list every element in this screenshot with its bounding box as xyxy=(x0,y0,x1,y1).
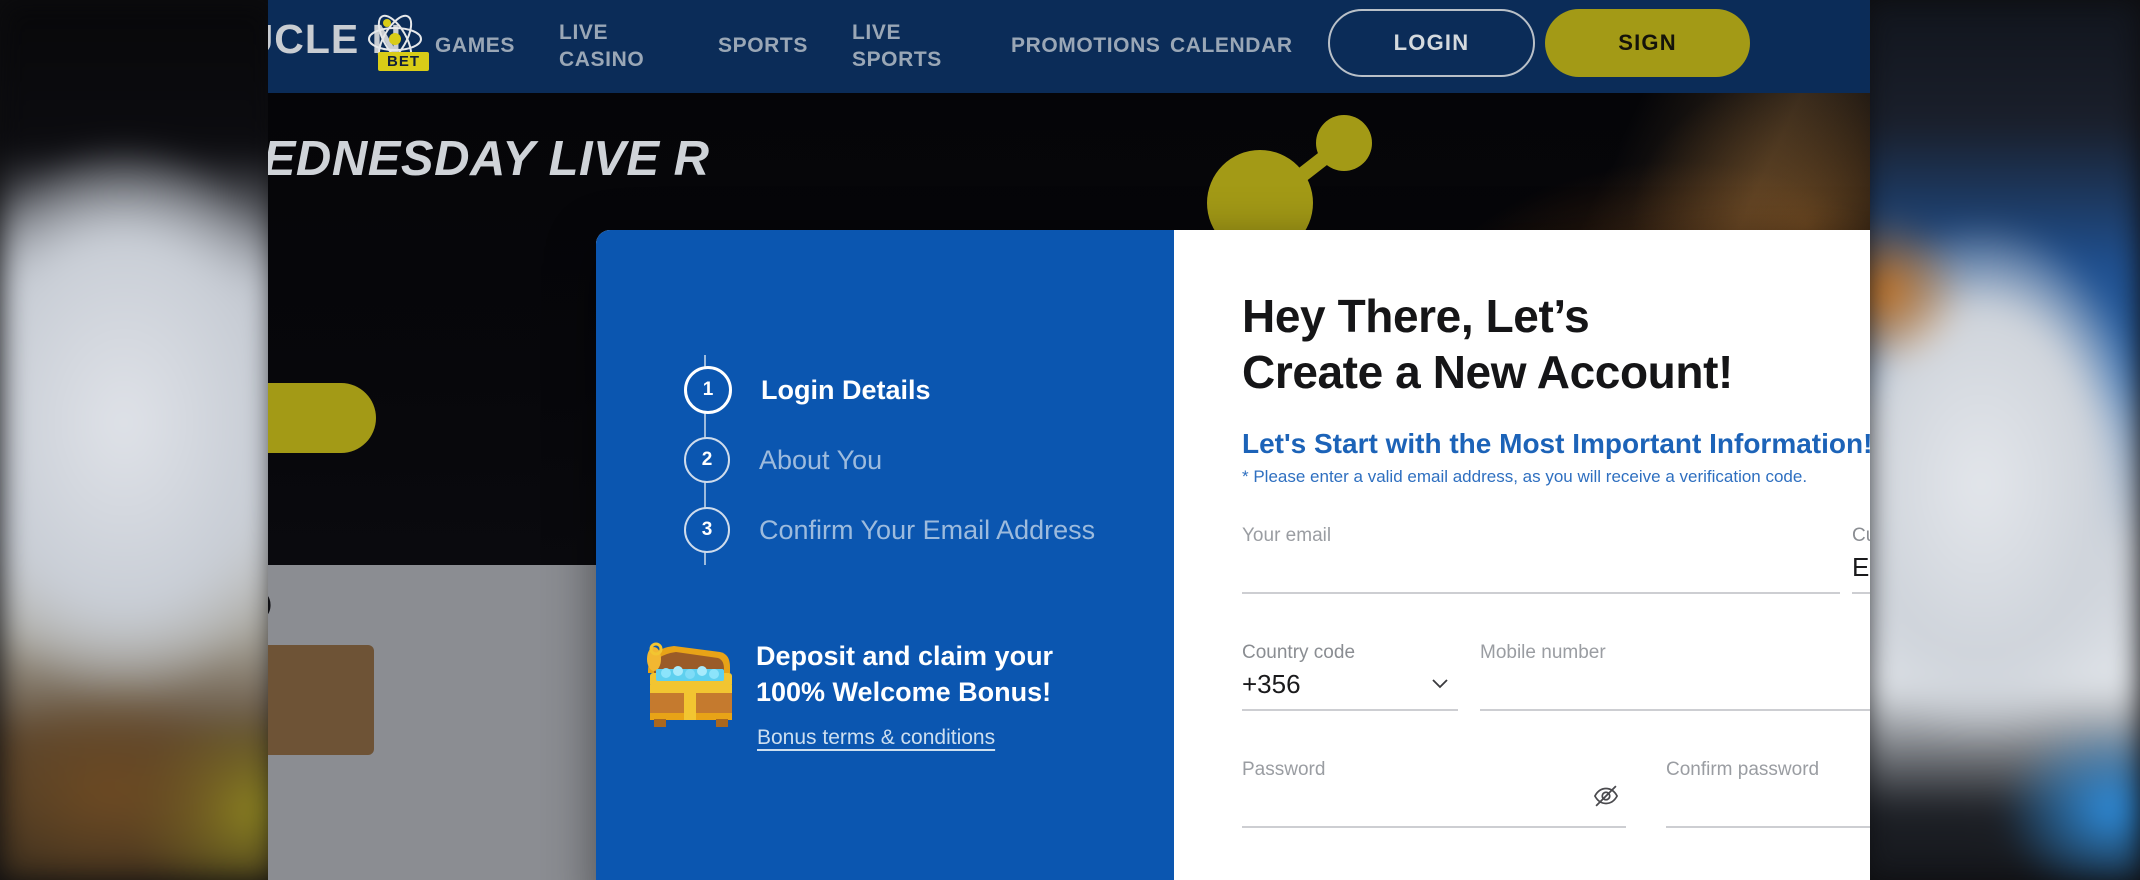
step-login-details[interactable]: 1 Login Details xyxy=(684,355,1134,425)
nav-item-games[interactable]: GAMES xyxy=(413,33,537,59)
modal-subtitle: Let's Start with the Most Important Info… xyxy=(1242,428,1870,459)
country-code-label: Country code xyxy=(1242,642,1356,663)
backdrop-left xyxy=(0,0,275,880)
field-underline xyxy=(1242,592,1840,594)
field-underline xyxy=(1242,709,1458,711)
modal-title: Hey There, Let’s Create a New Account! xyxy=(1242,288,1870,400)
currency-value: EUR xyxy=(1852,552,1870,582)
confirm-password-field[interactable]: Confirm password xyxy=(1666,759,1870,828)
nav-item-live-sports[interactable]: LIVE SPORTS xyxy=(830,20,989,73)
step-number: 2 xyxy=(684,437,730,483)
form-row-3: Password Confirm password xyxy=(1242,759,1870,828)
section-title: PO xyxy=(268,584,273,629)
password-value xyxy=(1242,787,1626,819)
confirm-password-value xyxy=(1666,787,1870,819)
registration-steps: 1 Login Details 2 About You 3 Confirm Yo… xyxy=(684,355,1134,565)
chevron-down-icon xyxy=(1432,679,1448,689)
password-field[interactable]: Password xyxy=(1242,759,1626,828)
step-label: Login Details xyxy=(761,374,931,405)
password-label: Password xyxy=(1242,759,1326,780)
treasure-chest-icon xyxy=(647,642,732,727)
step-about-you[interactable]: 2 About You xyxy=(684,425,1134,495)
eye-off-icon[interactable] xyxy=(1592,782,1620,810)
signup-button[interactable]: SIGN xyxy=(1545,9,1750,77)
modal-content: Hey There, Let’s Create a New Account! L… xyxy=(1174,230,1870,880)
currency-select[interactable]: Currency EUR xyxy=(1852,525,1870,594)
hero-cta-button[interactable] xyxy=(268,383,376,453)
modal-sidebar: 1 Login Details 2 About You 3 Confirm Yo… xyxy=(596,230,1174,880)
registration-modal: 1 Login Details 2 About You 3 Confirm Yo… xyxy=(596,230,1870,880)
screen: WEDNESDAY LIVE R 5 PO xyxy=(0,0,2140,880)
form-row-1: Your email Currency EUR xyxy=(1242,525,1870,594)
field-underline xyxy=(1480,709,1870,711)
step-number: 1 xyxy=(684,366,732,414)
email-label: Your email xyxy=(1242,525,1332,546)
top-navigation: NUCLE N BET GAMES LIVE CASINO SPORTS LIV… xyxy=(268,0,1870,93)
field-underline xyxy=(1242,826,1626,828)
country-code-select[interactable]: Country code +356 xyxy=(1242,642,1458,711)
modal-title-line-2: Create a New Account! xyxy=(1242,346,1733,399)
modal-note: * Please enter a valid email address, as… xyxy=(1242,467,1808,486)
login-button[interactable]: LOGIN xyxy=(1328,9,1535,77)
step-label: Confirm Your Email Address xyxy=(759,514,1096,545)
bonus-line-2: 100% Welcome Bonus! xyxy=(756,676,1052,707)
currency-label: Currency xyxy=(1852,525,1870,546)
modal-title-line-1: Hey There, Let’s xyxy=(1242,290,1590,342)
step-confirm-email[interactable]: 3 Confirm Your Email Address xyxy=(684,495,1134,565)
country-code-value: +356 xyxy=(1242,669,1301,699)
nav-links: GAMES LIVE CASINO SPORTS LIVE SPORTS PRO… xyxy=(413,0,1307,93)
hero-title: WEDNESDAY LIVE R xyxy=(268,132,710,186)
backdrop-right xyxy=(1866,0,2140,880)
browser-viewport: WEDNESDAY LIVE R 5 PO xyxy=(268,0,1870,880)
field-underline xyxy=(1666,826,1870,828)
confirm-password-label: Confirm password xyxy=(1666,759,1820,780)
form-row-2: Country code +356 Mobile number xyxy=(1242,642,1870,711)
mobile-number-field[interactable]: Mobile number xyxy=(1480,642,1870,711)
step-label: About You xyxy=(759,444,883,475)
nav-item-promotions[interactable]: PROMOTIONS xyxy=(989,33,1160,59)
bonus-terms-link[interactable]: Bonus terms & conditions xyxy=(757,726,995,750)
step-number: 3 xyxy=(684,507,730,553)
nav-item-calendar[interactable]: CALENDAR xyxy=(1148,33,1307,59)
nav-item-live-casino[interactable]: LIVE CASINO xyxy=(537,20,696,73)
email-field[interactable]: Your email xyxy=(1242,525,1840,594)
registration-form: Your email Currency EUR xyxy=(1242,525,1870,828)
mobile-label: Mobile number xyxy=(1480,642,1606,663)
email-value xyxy=(1242,553,1840,585)
bonus-line-1: Deposit and claim your xyxy=(756,641,1054,671)
content-card[interactable] xyxy=(268,645,374,755)
field-underline xyxy=(1852,592,1870,594)
nav-item-sports[interactable]: SPORTS xyxy=(696,33,830,59)
welcome-bonus-block: Deposit and claim your 100% Welcome Bonu… xyxy=(634,625,1154,729)
mobile-value xyxy=(1480,670,1870,702)
bonus-text: Deposit and claim your 100% Welcome Bonu… xyxy=(756,625,1053,710)
